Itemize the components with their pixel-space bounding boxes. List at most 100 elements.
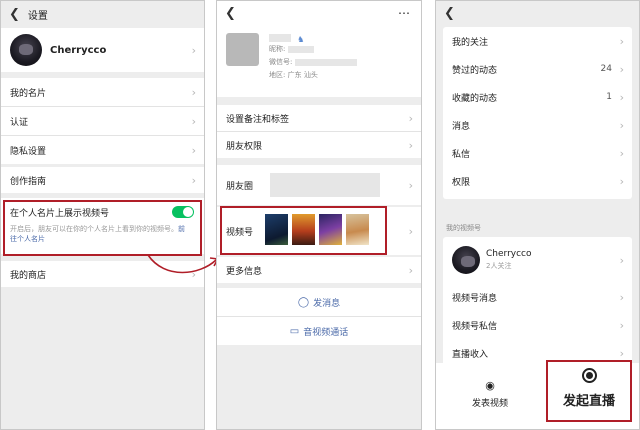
chevron-right-icon: › bbox=[619, 290, 624, 304]
nickname-label: 昵称: bbox=[269, 45, 286, 53]
channel-name: Cherrycco bbox=[486, 249, 532, 259]
chevron-right-icon: › bbox=[408, 178, 413, 192]
certification-item[interactable]: 认证 › bbox=[1, 107, 204, 135]
chevron-right-icon: › bbox=[191, 173, 196, 187]
privacy-settings-item[interactable]: 隐私设置 › bbox=[1, 136, 204, 164]
followers-count: 2人关注 bbox=[486, 262, 512, 270]
chevron-right-icon: › bbox=[408, 138, 413, 152]
start-live-label: 发起直播 bbox=[562, 394, 615, 409]
video-call-button[interactable]: ▭ 音视频通话 bbox=[217, 317, 421, 345]
chevron-right-icon: › bbox=[619, 146, 624, 160]
camera-icon: ◉ bbox=[485, 379, 495, 392]
video-camera-icon: ▭ bbox=[289, 325, 300, 337]
following-item[interactable]: 我的关注 › bbox=[443, 27, 632, 55]
chevron-right-icon: › bbox=[408, 111, 413, 125]
chevron-right-icon: › bbox=[408, 224, 413, 238]
section-title: 我的视频号 bbox=[446, 224, 481, 232]
bottom-action-bar: ◉ 发表视频 发起直播 bbox=[436, 360, 639, 429]
privacy-settings-label: 隐私设置 bbox=[10, 146, 47, 157]
creator-guide-item[interactable]: 创作指南 › bbox=[1, 167, 204, 193]
region-line: 地区: 广东 汕头 bbox=[269, 69, 357, 82]
chevron-right-icon: › bbox=[619, 90, 624, 104]
redacted-name bbox=[269, 34, 291, 42]
moments-preview bbox=[270, 173, 380, 197]
private-messages-item[interactable]: 私信 › bbox=[443, 139, 632, 167]
favorite-count: 1 bbox=[606, 92, 612, 102]
creator-guide-label: 创作指南 bbox=[10, 176, 47, 187]
highlight-box bbox=[220, 206, 387, 255]
channels-header: ❮ bbox=[436, 1, 639, 25]
redacted-nickname bbox=[287, 45, 314, 53]
chevron-right-icon: › bbox=[191, 143, 196, 157]
channel-profile-row[interactable]: Cherrycco 2人关注 › bbox=[443, 241, 632, 279]
send-message-button[interactable]: ◯ 发消息 bbox=[217, 288, 421, 316]
wechat-id-label: 微信号: bbox=[269, 58, 293, 66]
favorite-posts-label: 收藏的动态 bbox=[452, 93, 498, 104]
private-messages-label: 私信 bbox=[452, 149, 471, 160]
name-line: ♞ bbox=[269, 33, 357, 44]
publish-video-button[interactable]: ◉ 发表视频 bbox=[462, 379, 518, 409]
favorite-posts-item[interactable]: 收藏的动态 1 › bbox=[443, 83, 632, 111]
activity-card: 我的关注 › 赞过的动态 24 › 收藏的动态 1 › 消息 › 私信 › 权限… bbox=[443, 27, 632, 199]
channel-private-messages-item[interactable]: 视频号私信 › bbox=[443, 311, 632, 339]
following-label: 我的关注 bbox=[452, 37, 489, 48]
back-arrow-icon[interactable]: ❮ bbox=[444, 6, 455, 21]
channel-messages-item[interactable]: 视频号消息 › bbox=[443, 283, 632, 311]
chevron-right-icon: › bbox=[619, 174, 624, 188]
chevron-right-icon: › bbox=[619, 34, 624, 48]
contact-details: ♞ 昵称: 微信号: 地区: 广东 汕头 bbox=[269, 33, 357, 82]
chevron-right-icon: › bbox=[619, 62, 624, 76]
chevron-right-icon: › bbox=[191, 114, 196, 128]
remark-tags-item[interactable]: 设置备注和标签 › bbox=[217, 105, 421, 131]
permissions-label: 朋友权限 bbox=[226, 141, 263, 152]
profile-name: Cherrycco bbox=[50, 44, 107, 56]
live-record-icon bbox=[581, 368, 597, 383]
moments-label: 朋友圈 bbox=[226, 181, 254, 192]
region-label: 地区: bbox=[269, 71, 286, 79]
permissions-label: 权限 bbox=[452, 177, 471, 188]
chevron-right-icon: › bbox=[619, 118, 624, 132]
remark-label: 设置备注和标签 bbox=[226, 114, 290, 125]
liked-posts-item[interactable]: 赞过的动态 24 › bbox=[443, 55, 632, 83]
chevron-right-icon: › bbox=[408, 263, 413, 277]
profile-row[interactable]: Cherrycco › bbox=[1, 28, 204, 72]
contact-profile-panel: ❮ ⋯ ♞ 昵称: 微信号: 地区: 广东 汕头 设置备注和标签 › 朋友权限 … bbox=[216, 0, 422, 430]
settings-header: ❮ 设置 bbox=[1, 1, 204, 27]
channel-avatar bbox=[452, 246, 480, 274]
video-call-label: 音视频通话 bbox=[303, 327, 349, 338]
contact-avatar bbox=[226, 33, 259, 66]
moments-item[interactable]: 朋友圈 › bbox=[217, 165, 421, 205]
channel-info: Cherrycco 2人关注 bbox=[486, 249, 532, 271]
chat-bubble-icon: ◯ bbox=[297, 296, 310, 308]
my-channel-card: Cherrycco 2人关注 › 视频号消息 › 视频号私信 › 直播收入 › bbox=[443, 237, 632, 379]
profile-header: ❮ ⋯ bbox=[217, 1, 421, 25]
more-info-label: 更多信息 bbox=[226, 266, 263, 277]
redacted-wechat-id bbox=[294, 58, 357, 66]
start-live-button[interactable]: 发起直播 bbox=[546, 360, 632, 422]
publish-video-label: 发表视频 bbox=[471, 399, 508, 409]
messages-label: 消息 bbox=[452, 121, 471, 132]
more-icon[interactable]: ⋯ bbox=[398, 6, 411, 20]
permissions-item[interactable]: 权限 › bbox=[443, 167, 632, 195]
wechat-id-line: 微信号: bbox=[269, 56, 357, 69]
friend-permissions-item[interactable]: 朋友权限 › bbox=[217, 132, 421, 158]
chevron-right-icon: › bbox=[191, 85, 196, 99]
back-arrow-icon[interactable]: ❮ bbox=[225, 6, 236, 21]
chevron-right-icon: › bbox=[619, 318, 624, 332]
avatar bbox=[10, 34, 42, 66]
chevron-right-icon: › bbox=[619, 253, 624, 267]
channels-me-panel: ❮ 我的关注 › 赞过的动态 24 › 收藏的动态 1 › 消息 › 私信 › … bbox=[435, 0, 640, 430]
nickname-line: 昵称: bbox=[269, 43, 357, 56]
contact-info-card: ♞ 昵称: 微信号: 地区: 广东 汕头 bbox=[217, 25, 421, 97]
region-value: 广东 汕头 bbox=[287, 71, 318, 79]
my-card-item[interactable]: 我的名片 › bbox=[1, 78, 204, 106]
back-arrow-icon[interactable]: ❮ bbox=[9, 7, 20, 22]
messages-item[interactable]: 消息 › bbox=[443, 111, 632, 139]
more-info-item[interactable]: 更多信息 › bbox=[217, 257, 421, 283]
liked-count: 24 bbox=[600, 64, 612, 74]
chevron-right-icon: › bbox=[619, 346, 624, 360]
channel-messages-label: 视频号消息 bbox=[452, 293, 498, 304]
live-income-label: 直播收入 bbox=[452, 349, 489, 360]
chevron-right-icon: › bbox=[191, 43, 196, 57]
channel-private-messages-label: 视频号私信 bbox=[452, 321, 498, 332]
